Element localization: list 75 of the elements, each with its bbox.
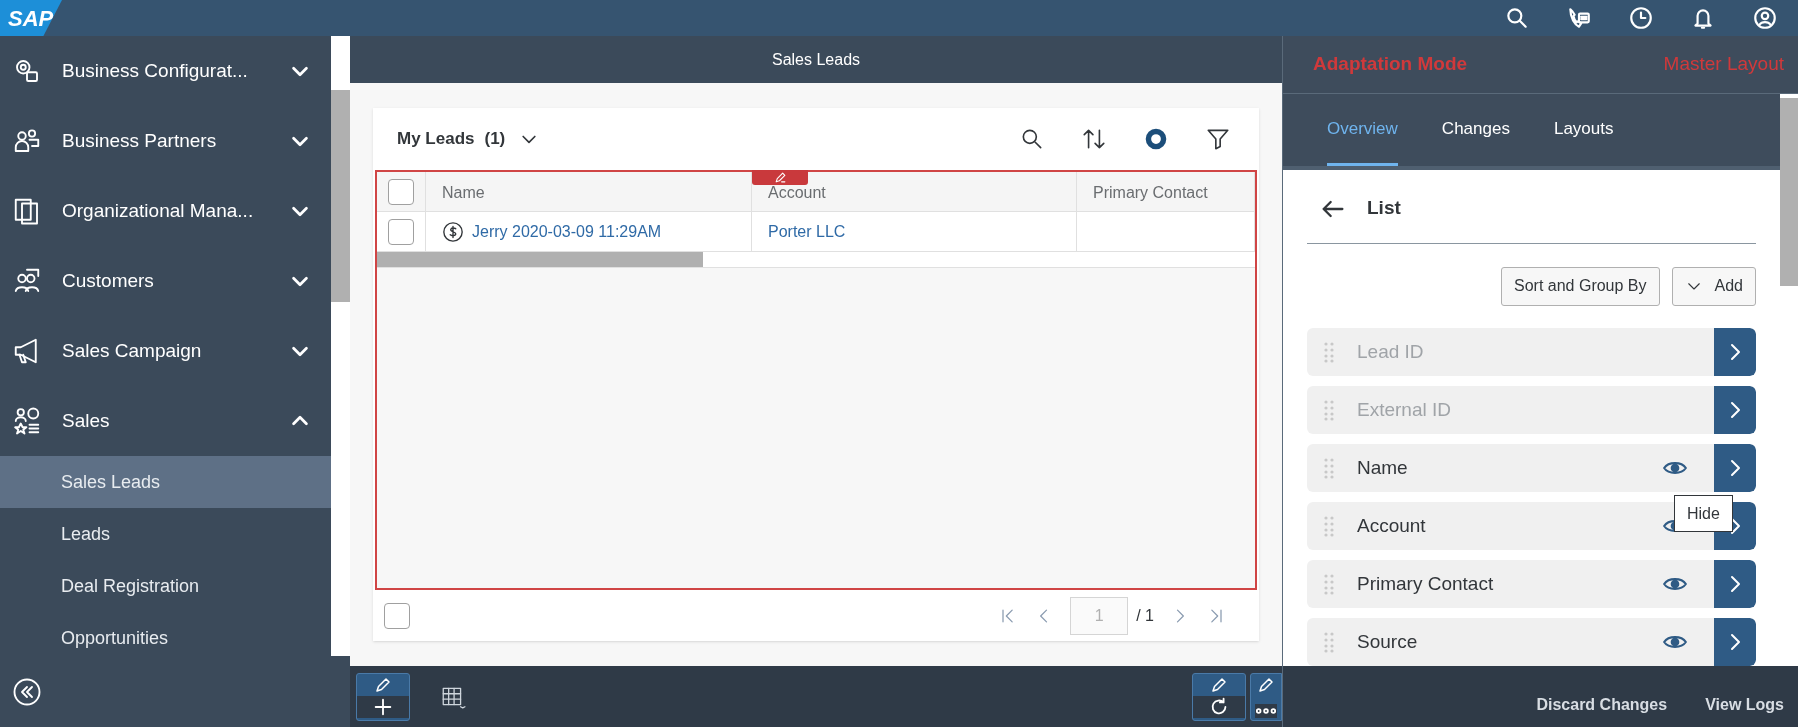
pencil-icon: [374, 675, 392, 694]
horizontal-scrollbar-thumb[interactable]: [377, 252, 703, 267]
more-icon: [1255, 703, 1277, 718]
history-icon[interactable]: [1628, 5, 1654, 31]
details-button[interactable]: [1714, 444, 1756, 492]
tab[interactable]: Layouts: [1553, 94, 1614, 166]
sort-group-button[interactable]: Sort and Group By: [1501, 266, 1660, 306]
sidebar-subitem[interactable]: Deal Registration: [0, 560, 331, 612]
field-label: External ID: [1357, 397, 1452, 422]
plus-icon: [357, 695, 409, 718]
section-title: List: [1367, 196, 1401, 221]
field-row[interactable]: Primary Contact: [1307, 560, 1756, 608]
sidebar-item[interactable]: Customers: [0, 246, 331, 316]
page-total: / 1: [1136, 605, 1154, 626]
pencil-icon: [1257, 675, 1275, 694]
refresh-icon: [1193, 695, 1245, 718]
tooltip: Hide: [1674, 495, 1733, 532]
column-header[interactable]: Primary Contact: [1093, 181, 1208, 205]
sidebar-item[interactable]: Business Partners: [0, 106, 331, 176]
footer-button[interactable]: Discard Changes: [1536, 693, 1668, 717]
field-label: Lead ID: [1357, 339, 1425, 364]
drag-handle-icon: [1323, 457, 1335, 479]
field-label: Account: [1357, 513, 1427, 538]
pencil-icon: [1210, 675, 1228, 694]
table-link[interactable]: Jerry 2020-03-09 11:29AM: [472, 219, 662, 244]
refresh-edit-button[interactable]: [1192, 672, 1246, 721]
drag-handle-icon: [1323, 631, 1335, 653]
table-link[interactable]: Porter LLC: [768, 219, 846, 244]
details-button[interactable]: [1714, 328, 1756, 376]
field-row[interactable]: Name: [1307, 444, 1756, 492]
collapse-sidebar-icon[interactable]: [12, 676, 42, 707]
donut-chart-icon[interactable]: [1143, 126, 1169, 152]
scrollbar-thumb[interactable]: [1780, 98, 1798, 286]
scrollbar-thumb[interactable]: [331, 90, 350, 302]
edit-badge[interactable]: [752, 170, 808, 185]
drag-handle-icon: [1323, 341, 1335, 363]
dollar-icon: [442, 220, 464, 243]
add-edit-button[interactable]: [356, 672, 410, 721]
more-edit-button[interactable]: [1250, 672, 1282, 721]
drag-handle-icon: [1323, 399, 1335, 421]
checkbox[interactable]: [384, 602, 410, 629]
sales-icon: [12, 406, 42, 436]
tab[interactable]: Overview: [1327, 94, 1398, 166]
view-selector[interactable]: My Leads (1): [397, 126, 540, 152]
field-label: Name: [1357, 455, 1409, 480]
checkbox[interactable]: [388, 218, 414, 245]
sap-logo[interactable]: SAP: [0, 0, 62, 36]
field-row[interactable]: Source: [1307, 618, 1756, 666]
user-icon[interactable]: [1752, 5, 1778, 31]
page-title: Sales Leads: [350, 36, 1282, 83]
sidebar-item[interactable]: Business Configurat...: [0, 36, 331, 106]
column-header[interactable]: Name: [442, 181, 485, 205]
sidebar-item[interactable]: Sales: [0, 386, 331, 456]
drag-handle-icon: [1323, 515, 1335, 537]
sidebar-subitem[interactable]: Opportunities: [0, 612, 331, 656]
sidebar-item[interactable]: Sales Campaign: [0, 316, 331, 386]
search-icon[interactable]: [1504, 5, 1530, 31]
layout-label: Master Layout: [1663, 52, 1784, 77]
sidebar-subitem[interactable]: Sales Leads: [0, 456, 331, 508]
sidebar-subitem[interactable]: Leads: [0, 508, 331, 560]
drag-handle-icon: [1323, 573, 1335, 595]
add-button[interactable]: Add: [1671, 266, 1756, 306]
checkbox[interactable]: [388, 178, 414, 205]
details-button[interactable]: [1714, 386, 1756, 434]
tab[interactable]: Changes: [1441, 94, 1510, 166]
footer-button[interactable]: View Logs: [1705, 693, 1784, 717]
sidebar-item[interactable]: Organizational Mana...: [0, 176, 331, 246]
adaptation-mode-title: Adaptation Mode: [1313, 52, 1468, 77]
details-button[interactable]: [1714, 560, 1756, 608]
field-label: Source: [1357, 629, 1419, 654]
column-header[interactable]: Account: [768, 181, 826, 205]
details-button[interactable]: [1714, 618, 1756, 666]
field-label: Primary Contact: [1357, 571, 1495, 596]
pencil-icon: [773, 171, 787, 184]
phone-chat-icon[interactable]: [1566, 5, 1592, 31]
